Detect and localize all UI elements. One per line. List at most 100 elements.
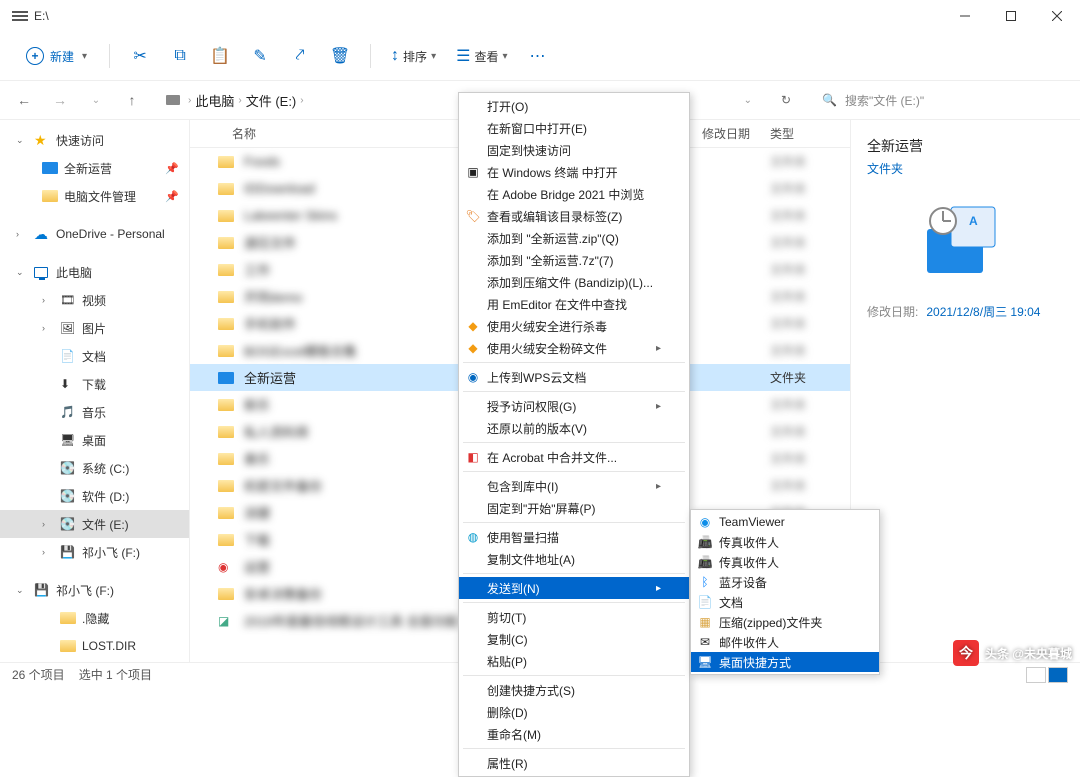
address-dropdown[interactable]: ⌄ bbox=[744, 95, 752, 106]
sidebar-item-quanxin[interactable]: 全新运营📌 bbox=[0, 154, 189, 182]
ctx-cut[interactable]: 剪切(T) bbox=[459, 606, 689, 628]
maximize-button[interactable] bbox=[988, 0, 1034, 32]
ctx-emeditor[interactable]: 用 EmEditor 在文件中查找 bbox=[459, 293, 689, 315]
huorong-icon: ◆ bbox=[465, 341, 481, 355]
rename-icon[interactable]: ✎ bbox=[242, 38, 278, 74]
docs-icon: 📄 bbox=[697, 595, 713, 609]
ctx-include-library[interactable]: 包含到库中(I)▸ bbox=[459, 475, 689, 497]
back-button[interactable]: ← bbox=[8, 84, 40, 116]
ctx-add-7z[interactable]: 添加到 "全新运营.7z"(7) bbox=[459, 249, 689, 271]
status-selected: 选中 1 个项目 bbox=[79, 666, 152, 683]
more-icon[interactable]: ⋯ bbox=[519, 38, 555, 74]
ctx-properties[interactable]: 属性(R) bbox=[459, 752, 689, 774]
sidebar-quick-access[interactable]: ⌄★快速访问 bbox=[0, 126, 189, 154]
sendto-zipped[interactable]: ▦压缩(zipped)文件夹 bbox=[691, 612, 879, 632]
ctx-add-zip[interactable]: 添加到 "全新运营.zip"(Q) bbox=[459, 227, 689, 249]
sidebar-music[interactable]: ›🎵音乐 bbox=[0, 398, 189, 426]
view-list-button[interactable] bbox=[1026, 667, 1046, 683]
close-button[interactable] bbox=[1034, 0, 1080, 32]
refresh-button[interactable]: ↻ bbox=[770, 84, 802, 116]
view-details-button[interactable] bbox=[1048, 667, 1068, 683]
details-panel: 全新运营 文件夹 A 修改日期:2021/12/8/周三 19:04 bbox=[850, 120, 1080, 662]
search-icon: 🔍 bbox=[822, 93, 837, 107]
sendto-fax2[interactable]: 📠传真收件人 bbox=[691, 552, 879, 572]
sendto-docs[interactable]: 📄文档 bbox=[691, 592, 879, 612]
cut-icon[interactable]: ✂ bbox=[122, 38, 158, 74]
chevron-down-icon: ▾ bbox=[82, 51, 87, 62]
sendto-mail[interactable]: ✉邮件收件人 bbox=[691, 632, 879, 652]
terminal-icon: ▣ bbox=[465, 165, 481, 179]
sidebar-video[interactable]: ›🎞视频 bbox=[0, 286, 189, 314]
sidebar-desktop[interactable]: ›🖥桌面 bbox=[0, 426, 189, 454]
drive-icon bbox=[12, 11, 28, 21]
pin-icon: 📌 bbox=[165, 190, 179, 203]
ctx-open-new-window[interactable]: 在新窗口中打开(E) bbox=[459, 117, 689, 139]
forward-button[interactable]: → bbox=[44, 84, 76, 116]
ctx-grant-access[interactable]: 授予访问权限(G)▸ bbox=[459, 395, 689, 417]
ctx-windows-terminal[interactable]: ▣在 Windows 终端 中打开 bbox=[459, 161, 689, 183]
ctx-adobe-bridge[interactable]: 在 Adobe Bridge 2021 中浏览 bbox=[459, 183, 689, 205]
ctx-smart-scan[interactable]: ◍使用智量扫描 bbox=[459, 526, 689, 548]
sidebar-item-pcfile[interactable]: 电脑文件管理📌 bbox=[0, 182, 189, 210]
paste-icon[interactable]: 📋 bbox=[202, 38, 238, 74]
sendto-teamviewer[interactable]: ◉TeamViewer bbox=[691, 512, 879, 532]
ctx-edit-tags[interactable]: 🏷查看或编辑该目录标签(Z) bbox=[459, 205, 689, 227]
ctx-rename[interactable]: 重命名(M) bbox=[459, 723, 689, 745]
ctx-pin-start[interactable]: 固定到"开始"屏幕(P) bbox=[459, 497, 689, 519]
sidebar-thispc[interactable]: ⌄此电脑 bbox=[0, 258, 189, 286]
folder-preview-icon: A bbox=[921, 193, 1011, 283]
view-button[interactable]: ☰查看▾ bbox=[448, 40, 515, 72]
up-button[interactable]: ↑ bbox=[116, 84, 148, 116]
ctx-copy-address[interactable]: 复制文件地址(A) bbox=[459, 548, 689, 570]
context-menu: 打开(O) 在新窗口中打开(E) 固定到快速访问 ▣在 Windows 终端 中… bbox=[458, 92, 690, 777]
sidebar-drive-e[interactable]: ›💽文件 (E:) bbox=[0, 510, 189, 538]
ctx-delete[interactable]: 删除(D) bbox=[459, 701, 689, 723]
sidebar-downloads[interactable]: ›⬇下载 bbox=[0, 370, 189, 398]
share-icon[interactable]: ⤤ bbox=[282, 38, 318, 74]
minimize-button[interactable] bbox=[942, 0, 988, 32]
sidebar-removable-f[interactable]: ⌄💾祁小飞 (F:) bbox=[0, 576, 189, 604]
sort-button[interactable]: ↕排序▾ bbox=[383, 41, 444, 71]
sidebar-lostdir[interactable]: ›LOST.DIR bbox=[0, 632, 189, 660]
mail-icon: ✉ bbox=[697, 635, 713, 649]
ctx-restore-version[interactable]: 还原以前的版本(V) bbox=[459, 417, 689, 439]
status-items: 26 个项目 bbox=[12, 666, 65, 683]
svg-text:A: A bbox=[969, 214, 978, 228]
sidebar-onedrive[interactable]: ›☁OneDrive - Personal bbox=[0, 220, 189, 248]
recent-chevron[interactable]: ⌄ bbox=[80, 84, 112, 116]
ctx-huorong-scan[interactable]: ◆使用火绒安全进行杀毒 bbox=[459, 315, 689, 337]
sidebar-hidden[interactable]: ›.隐藏 bbox=[0, 604, 189, 632]
window-title: E:\ bbox=[34, 9, 49, 23]
zip-icon: ▦ bbox=[697, 615, 713, 629]
crumb-thispc[interactable]: 此电脑 bbox=[191, 91, 238, 110]
sendto-desktop-shortcut[interactable]: 🖥桌面快捷方式 bbox=[691, 652, 879, 672]
ctx-copy[interactable]: 复制(C) bbox=[459, 628, 689, 650]
wps-icon: ◉ bbox=[465, 370, 481, 384]
ctx-upload-wps[interactable]: ◉上传到WPS云文档 bbox=[459, 366, 689, 388]
sidebar-drive-d[interactable]: ›💽软件 (D:) bbox=[0, 482, 189, 510]
sidebar-recycler[interactable]: ›RECYCLER bbox=[0, 660, 189, 662]
watermark-icon: 今 bbox=[953, 640, 979, 666]
ctx-bandizip[interactable]: 添加到压缩文件 (Bandizip)(L)... bbox=[459, 271, 689, 293]
ctx-pin-quick[interactable]: 固定到快速访问 bbox=[459, 139, 689, 161]
ctx-open[interactable]: 打开(O) bbox=[459, 95, 689, 117]
ctx-paste[interactable]: 粘贴(P) bbox=[459, 650, 689, 672]
ctx-huorong-shred[interactable]: ◆使用火绒安全粉碎文件▸ bbox=[459, 337, 689, 359]
sendto-bluetooth[interactable]: ᛒ蓝牙设备 bbox=[691, 572, 879, 592]
sendto-fax1[interactable]: 📠传真收件人 bbox=[691, 532, 879, 552]
crumb-drive-e[interactable]: 文件 (E:) bbox=[242, 91, 301, 110]
sidebar-pictures[interactable]: ›🖼图片 bbox=[0, 314, 189, 342]
copy-icon[interactable]: ⧉ bbox=[162, 38, 198, 74]
ctx-create-shortcut[interactable]: 创建快捷方式(S) bbox=[459, 679, 689, 701]
sendto-submenu: ◉TeamViewer 📠传真收件人 📠传真收件人 ᛒ蓝牙设备 📄文档 ▦压缩(… bbox=[690, 509, 880, 675]
delete-icon[interactable]: 🗑 bbox=[322, 38, 358, 74]
ctx-send-to[interactable]: 发送到(N)▸ bbox=[459, 577, 689, 599]
search-input[interactable]: 🔍 搜索"文件 (E:)" bbox=[812, 86, 1072, 114]
ctx-acrobat-merge[interactable]: ◧在 Acrobat 中合并文件... bbox=[459, 446, 689, 468]
new-button[interactable]: + 新建 ▾ bbox=[16, 41, 97, 71]
details-type: 文件夹 bbox=[867, 160, 1064, 177]
sidebar-drive-f[interactable]: ›💾祁小飞 (F:) bbox=[0, 538, 189, 566]
toolbar: + 新建 ▾ ✂ ⧉ 📋 ✎ ⤤ 🗑 ↕排序▾ ☰查看▾ ⋯ bbox=[0, 32, 1080, 80]
sidebar-drive-c[interactable]: ›💽系统 (C:) bbox=[0, 454, 189, 482]
sidebar-docs[interactable]: ›📄文档 bbox=[0, 342, 189, 370]
